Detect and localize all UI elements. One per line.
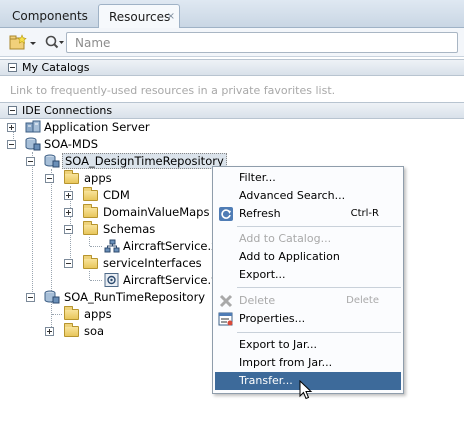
tree-label: apps xyxy=(84,307,112,321)
collapse-icon[interactable] xyxy=(26,293,35,302)
collapse-icon[interactable] xyxy=(7,140,16,149)
menu-separator xyxy=(237,332,401,333)
mds-connection-icon xyxy=(25,137,41,151)
menu-item-add-to-application[interactable]: Add to Application xyxy=(215,248,401,266)
menu-separator xyxy=(237,226,401,227)
my-catalogs-label: My Catalogs xyxy=(22,61,90,74)
menu-item-import-from-jar[interactable]: Import from Jar... xyxy=(215,354,401,372)
collapse-icon[interactable] xyxy=(8,63,17,72)
new-connection-icon xyxy=(9,34,36,50)
new-connection-button[interactable] xyxy=(8,33,38,53)
name-search-input[interactable] xyxy=(66,32,458,53)
catalogs-hint-text: Link to frequently-used resources in a p… xyxy=(10,84,336,97)
search-options-button[interactable] xyxy=(44,33,66,53)
tree-label: Application Server xyxy=(44,120,150,134)
tree-label: Schemas xyxy=(103,222,156,236)
menu-separator xyxy=(237,287,401,288)
tree-label: DomainValueMaps xyxy=(103,205,210,219)
folder-icon xyxy=(64,323,79,337)
resources-toolbar xyxy=(0,28,464,57)
tree-row-application-server[interactable]: Application Server xyxy=(0,119,464,136)
repository-icon xyxy=(44,154,60,168)
search-icon xyxy=(45,35,64,49)
menu-item-label: Add to Catalog... xyxy=(239,232,332,245)
menu-item-label: Import from Jar... xyxy=(239,356,333,369)
menu-item-label: Delete xyxy=(239,294,276,307)
menu-item-add-to-catalog: Add to Catalog... xyxy=(215,230,401,248)
wsdl-file-icon xyxy=(104,273,120,287)
collapse-icon[interactable] xyxy=(64,259,73,268)
folder-icon xyxy=(83,204,98,218)
delete-icon xyxy=(218,293,234,309)
panel-tab-bar: Components Resources × xyxy=(0,0,464,28)
menu-item-shortcut: Delete xyxy=(346,295,379,306)
refresh-icon xyxy=(218,206,234,222)
menu-item-label: Export to Jar... xyxy=(239,338,318,351)
tree-guide-line xyxy=(52,314,62,315)
tree-label: AircraftService.w xyxy=(123,273,221,287)
menu-item-advanced-search[interactable]: Advanced Search... xyxy=(215,187,401,205)
expand-icon[interactable] xyxy=(45,327,54,336)
tree-label: CDM xyxy=(103,188,130,202)
tree-guide-line xyxy=(90,280,102,281)
tab-components[interactable]: Components xyxy=(2,4,94,28)
menu-item-shortcut: Ctrl-R xyxy=(350,208,379,219)
expand-icon[interactable] xyxy=(64,191,73,200)
folder-icon xyxy=(83,255,98,269)
tree-row-soa-mds[interactable]: SOA-MDS xyxy=(0,136,464,153)
close-icon[interactable]: × xyxy=(167,5,175,29)
expand-icon[interactable] xyxy=(64,208,73,217)
tree-label: AircraftService.x xyxy=(123,239,218,253)
menu-item-filter[interactable]: Filter... xyxy=(215,169,401,187)
tab-resources-label: Resources xyxy=(109,10,171,24)
collapse-icon[interactable] xyxy=(45,174,54,183)
tree-label: soa xyxy=(84,324,105,338)
folder-icon xyxy=(64,170,79,184)
tree-label: SOA_RunTimeRepository xyxy=(64,290,206,304)
tree-label-selected: SOA_DesignTimeRepository xyxy=(62,153,227,169)
collapse-icon[interactable] xyxy=(64,225,73,234)
folder-icon xyxy=(64,306,79,320)
properties-icon xyxy=(218,311,234,327)
ide-connections-section-header[interactable]: IDE Connections xyxy=(0,102,464,119)
menu-item-refresh[interactable]: Refresh Ctrl-R xyxy=(215,205,401,223)
menu-item-delete: Delete Delete xyxy=(215,292,401,310)
tab-resources[interactable]: Resources × xyxy=(98,4,180,28)
menu-item-label: Properties... xyxy=(239,312,306,325)
menu-item-label: Add to Application xyxy=(239,250,340,263)
tree-label: serviceInterfaces xyxy=(103,256,202,270)
context-menu: Filter... Advanced Search... Refresh Ctr… xyxy=(212,166,404,394)
tree-guide-line xyxy=(90,246,102,247)
menu-item-label: Export... xyxy=(239,268,286,281)
schema-file-icon xyxy=(104,239,120,253)
server-connection-icon xyxy=(25,120,41,134)
menu-item-export[interactable]: Export... xyxy=(215,266,401,284)
menu-item-properties[interactable]: Properties... xyxy=(215,310,401,328)
my-catalogs-section-header[interactable]: My Catalogs xyxy=(0,59,464,76)
collapse-icon[interactable] xyxy=(8,106,17,115)
collapse-icon[interactable] xyxy=(26,157,35,166)
folder-icon xyxy=(83,187,98,201)
folder-icon xyxy=(83,221,98,235)
expand-icon[interactable] xyxy=(7,123,16,132)
menu-item-export-to-jar[interactable]: Export to Jar... xyxy=(215,336,401,354)
menu-item-label: Filter... xyxy=(239,171,276,184)
repository-icon xyxy=(44,290,60,304)
menu-item-label: Transfer... xyxy=(239,374,293,387)
tree-label: apps xyxy=(84,171,112,185)
menu-item-label: Refresh xyxy=(239,207,281,220)
ide-connections-label: IDE Connections xyxy=(22,104,113,117)
tree-label: SOA-MDS xyxy=(44,137,98,151)
mouse-cursor-icon xyxy=(299,379,313,400)
menu-item-label: Advanced Search... xyxy=(239,189,346,202)
